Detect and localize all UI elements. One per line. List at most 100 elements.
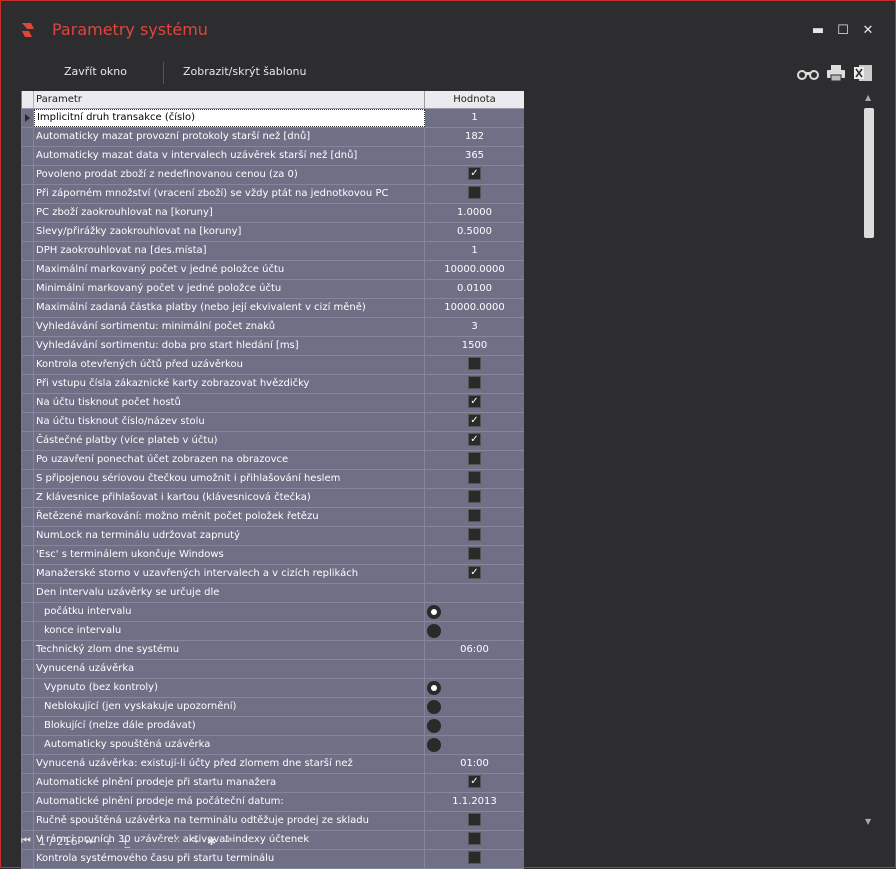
accept-icon[interactable]: ✔ bbox=[155, 835, 164, 848]
param-name-cell[interactable]: Z klávesnice přihlašovat i kartou (kláve… bbox=[34, 489, 425, 507]
row-indicator-cell[interactable] bbox=[22, 565, 34, 583]
param-value-cell[interactable] bbox=[425, 717, 524, 735]
table-row[interactable]: S připojenou sériovou čtečkou umožnit i … bbox=[22, 470, 524, 489]
checkbox-unchecked[interactable] bbox=[468, 451, 481, 465]
refresh-icon[interactable]: ↷ bbox=[190, 835, 199, 848]
param-value-cell[interactable] bbox=[425, 736, 524, 754]
table-row[interactable]: Vynucená uzávěrka: existují-li účty před… bbox=[22, 755, 524, 774]
param-value-cell[interactable] bbox=[425, 356, 524, 374]
row-indicator-cell[interactable] bbox=[22, 280, 34, 298]
last-record-icon[interactable]: ⏭ bbox=[86, 834, 96, 848]
param-name-cell[interactable]: počátku intervalu bbox=[34, 603, 425, 621]
table-row[interactable]: Vynucená uzávěrka bbox=[22, 660, 524, 679]
table-row[interactable]: Vyhledávání sortimentu: minimální počet … bbox=[22, 318, 524, 337]
scrollbar-thumb[interactable] bbox=[864, 108, 874, 238]
param-name-cell[interactable]: Vypnuto (bez kontroly) bbox=[34, 679, 425, 697]
checkbox-unchecked[interactable] bbox=[468, 375, 481, 389]
param-value-cell[interactable]: 06:00 bbox=[425, 641, 524, 659]
table-row[interactable]: Po uzavření ponechat účet zobrazen na ob… bbox=[22, 451, 524, 470]
param-name-cell[interactable]: Na účtu tisknout číslo/název stolu bbox=[34, 413, 425, 431]
table-row[interactable]: Minimální markovaný počet v jedné položc… bbox=[22, 280, 524, 299]
checkbox-checked[interactable]: ✓ bbox=[468, 565, 481, 579]
table-row[interactable]: Řetězené markování: možno měnit počet po… bbox=[22, 508, 524, 527]
param-value-cell[interactable] bbox=[425, 375, 524, 393]
param-name-cell[interactable]: Vynucená uzávěrka: existují-li účty před… bbox=[34, 755, 425, 773]
param-value-cell[interactable]: 1 bbox=[425, 242, 524, 260]
row-indicator-cell[interactable] bbox=[22, 774, 34, 792]
row-indicator-cell[interactable] bbox=[22, 185, 34, 203]
param-value-cell[interactable]: 182 bbox=[425, 128, 524, 146]
checkbox-unchecked[interactable] bbox=[468, 470, 481, 484]
param-value-cell[interactable] bbox=[425, 470, 524, 488]
radio-unselected[interactable] bbox=[427, 719, 441, 733]
row-indicator-cell[interactable] bbox=[22, 508, 34, 526]
row-indicator-cell[interactable] bbox=[22, 603, 34, 621]
close-button[interactable]: ✕ bbox=[858, 21, 878, 41]
row-indicator-cell[interactable] bbox=[22, 527, 34, 545]
param-value-cell[interactable]: 10000.0000 bbox=[425, 299, 524, 317]
row-indicator-cell[interactable] bbox=[22, 394, 34, 412]
row-indicator-cell[interactable] bbox=[22, 147, 34, 165]
first-record-icon[interactable]: ⏮ bbox=[21, 834, 31, 848]
row-indicator-cell[interactable] bbox=[22, 470, 34, 488]
row-indicator-cell[interactable] bbox=[22, 356, 34, 374]
param-value-cell[interactable] bbox=[425, 603, 524, 621]
table-row[interactable]: Automaticky mazat data v intervalech uzá… bbox=[22, 147, 524, 166]
row-indicator-cell[interactable] bbox=[22, 109, 34, 127]
param-name-cell[interactable]: Při záporném množství (vracení zboží) se… bbox=[34, 185, 425, 203]
checkbox-unchecked[interactable] bbox=[468, 489, 481, 503]
param-value-cell[interactable]: 01:00 bbox=[425, 755, 524, 773]
table-row[interactable]: Vyhledávání sortimentu: doba pro start h… bbox=[22, 337, 524, 356]
row-indicator-cell[interactable] bbox=[22, 717, 34, 735]
param-value-cell[interactable]: 1.0000 bbox=[425, 204, 524, 222]
row-indicator-cell[interactable] bbox=[22, 318, 34, 336]
row-indicator-cell[interactable] bbox=[22, 641, 34, 659]
param-name-cell[interactable]: Implicitní druh transakce (číslo) bbox=[33, 109, 426, 127]
table-row[interactable]: Kontrola systémového času při startu ter… bbox=[22, 850, 524, 869]
table-row[interactable]: Při záporném množství (vracení zboží) se… bbox=[22, 185, 524, 204]
param-value-cell[interactable]: 1500 bbox=[425, 337, 524, 355]
param-value-cell[interactable] bbox=[425, 679, 524, 697]
toggle-template-button[interactable]: Zobrazit/skrýt šablonu bbox=[183, 65, 307, 78]
table-row[interactable]: Den intervalu uzávěrky se určuje dle bbox=[22, 584, 524, 603]
param-name-cell[interactable]: Automatické plnění prodeje při startu ma… bbox=[34, 774, 425, 792]
checkbox-unchecked[interactable] bbox=[468, 508, 481, 522]
checkbox-checked[interactable]: ✓ bbox=[468, 413, 481, 427]
param-name-cell[interactable]: DPH zaokrouhlovat na [des.místa] bbox=[34, 242, 425, 260]
param-value-cell[interactable] bbox=[425, 489, 524, 507]
add-record-icon[interactable]: + bbox=[104, 835, 113, 848]
param-name-cell[interactable]: Technický zlom dne systému bbox=[34, 641, 425, 659]
radio-unselected[interactable] bbox=[427, 700, 441, 714]
checkbox-unchecked[interactable] bbox=[468, 850, 481, 864]
checkbox-unchecked[interactable] bbox=[468, 812, 481, 826]
table-row[interactable]: konce intervalu bbox=[22, 622, 524, 641]
table-row[interactable]: Automatické plnění prodeje při startu ma… bbox=[22, 774, 524, 793]
param-name-cell[interactable]: S připojenou sériovou čtečkou umožnit i … bbox=[34, 470, 425, 488]
row-indicator-cell[interactable] bbox=[22, 793, 34, 811]
checkbox-unchecked[interactable] bbox=[468, 185, 481, 199]
param-name-cell[interactable]: Kontrola systémového času při startu ter… bbox=[34, 850, 425, 868]
table-row[interactable]: 'Esc' s terminálem ukončuje Windows bbox=[22, 546, 524, 565]
printer-icon[interactable] bbox=[826, 64, 846, 82]
table-row[interactable]: PC zboží zaokrouhlovat na [koruny] 1.0000 bbox=[22, 204, 524, 223]
param-name-cell[interactable]: Automaticky mazat data v intervalech uzá… bbox=[34, 147, 425, 165]
param-name-cell[interactable]: Slevy/přirážky zaokrouhlovat na [koruny] bbox=[34, 223, 425, 241]
column-header-parametr[interactable]: Parametr bbox=[34, 91, 425, 108]
row-indicator-cell[interactable] bbox=[22, 337, 34, 355]
delete-record-icon[interactable]: − bbox=[138, 835, 147, 848]
param-value-cell[interactable] bbox=[425, 508, 524, 526]
param-name-cell[interactable]: NumLock na terminálu udržovat zapnutý bbox=[34, 527, 425, 545]
param-name-cell[interactable]: Při vstupu čísla zákaznické karty zobraz… bbox=[34, 375, 425, 393]
param-name-cell[interactable]: Blokující (nelze dále prodávat) bbox=[34, 717, 425, 735]
checkbox-checked[interactable]: ✓ bbox=[468, 774, 481, 788]
cancel-icon[interactable]: ✕ bbox=[172, 835, 181, 848]
scroll-up-icon[interactable]: ▲ bbox=[865, 93, 871, 102]
row-indicator-cell[interactable] bbox=[22, 166, 34, 184]
param-name-cell[interactable]: Automatické plnění prodeje má počáteční … bbox=[34, 793, 425, 811]
param-value-cell[interactable]: ✓ bbox=[425, 413, 524, 431]
checkbox-unchecked[interactable] bbox=[468, 527, 481, 541]
param-value-cell[interactable]: ✓ bbox=[425, 166, 524, 184]
table-row[interactable]: Z klávesnice přihlašovat i kartou (kláve… bbox=[22, 489, 524, 508]
row-indicator-cell[interactable] bbox=[22, 622, 34, 640]
radio-selected[interactable] bbox=[427, 605, 441, 619]
